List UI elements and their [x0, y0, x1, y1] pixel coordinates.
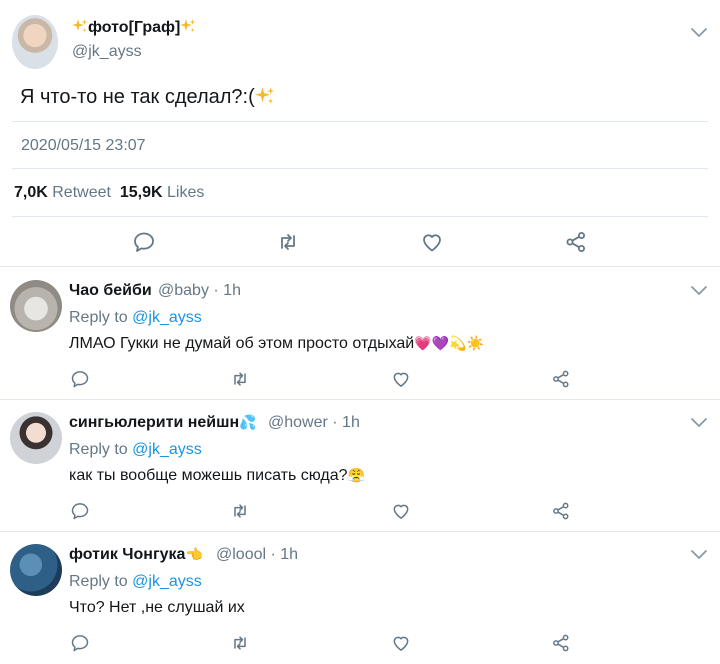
display-name-text: фотик Чонгука — [69, 546, 186, 563]
handle-text: @hower — [268, 414, 328, 431]
tweet-text-content: Я что-то не так сделал?:( — [20, 86, 255, 108]
retweet-icon[interactable] — [230, 369, 250, 389]
avatar[interactable] — [10, 280, 62, 332]
emoji-group: 💗💜💫☀️ — [414, 335, 484, 351]
retweet-count[interactable]: 7,0K — [14, 184, 48, 201]
display-name[interactable]: фотик Чонгука👈 — [69, 546, 203, 564]
replying-prefix: Reply to — [69, 441, 128, 458]
reply-icon[interactable] — [70, 369, 90, 389]
retweet-icon[interactable] — [230, 501, 250, 521]
replying-to: Reply to @jk_ayss — [69, 441, 202, 459]
hand-icon: 👈 — [185, 546, 203, 562]
handle-text: @baby — [158, 282, 209, 299]
retweet-label[interactable]: Retweet — [52, 184, 111, 201]
droplets-icon: 💦 — [239, 414, 257, 430]
reply-text: как ты вообще можешь писать сюда?😤 — [69, 467, 365, 485]
sparkle-icon — [255, 86, 275, 106]
display-name[interactable]: фото[Граф] — [72, 18, 196, 37]
chevron-down-icon[interactable] — [686, 544, 712, 564]
like-icon[interactable] — [391, 633, 411, 653]
chevron-down-icon[interactable] — [686, 22, 712, 42]
reply-text: ЛМАО Гукки не думай об этом просто отдых… — [69, 335, 484, 353]
emoji-group: 😤 — [347, 467, 365, 483]
like-label[interactable]: Likes — [167, 184, 204, 201]
share-icon[interactable] — [551, 501, 571, 521]
reply-icon[interactable] — [70, 633, 90, 653]
display-name-text: сингьюлерити нейшн — [69, 414, 240, 431]
reply-text-content: как ты вообще можешь писать сюда? — [69, 467, 348, 484]
chevron-down-icon[interactable] — [686, 280, 712, 300]
reply-text: Что? Нет ,не слушай их — [69, 599, 245, 617]
replying-prefix: Reply to — [69, 573, 128, 590]
sparkle-icon — [72, 18, 88, 34]
retweet-icon[interactable] — [276, 230, 300, 254]
divider — [12, 216, 708, 217]
reply-time: · 1h — [270, 546, 299, 563]
replying-mention[interactable]: @jk_ayss — [132, 441, 202, 458]
like-count[interactable]: 15,9K — [120, 184, 163, 201]
user-handle[interactable]: @hower · 1h — [268, 414, 360, 432]
like-icon[interactable] — [420, 230, 444, 254]
tweet-stats: 7,0K Retweet 15,9K Likes — [14, 184, 204, 202]
avatar[interactable] — [12, 15, 58, 69]
share-icon[interactable] — [551, 633, 571, 653]
chevron-down-icon[interactable] — [686, 412, 712, 432]
share-icon[interactable] — [564, 230, 588, 254]
share-icon[interactable] — [551, 369, 571, 389]
divider — [12, 168, 708, 169]
reply-icon[interactable] — [70, 501, 90, 521]
reply-tweet: сингьюлерити нейшн💦 @hower · 1h Reply to… — [0, 400, 720, 532]
sparkle-icon — [180, 18, 196, 34]
reply-tweet: Чао бейби @baby · 1h Reply to @jk_ayss Л… — [0, 268, 720, 400]
divider — [12, 121, 708, 122]
display-name[interactable]: сингьюлерити нейшн💦 — [69, 414, 257, 432]
replying-mention[interactable]: @jk_ayss — [132, 573, 202, 590]
reply-time: · 1h — [332, 414, 360, 431]
tweet-text: Я что-то не так сделал?:( — [20, 86, 275, 109]
avatar[interactable] — [10, 412, 62, 464]
reply-icon[interactable] — [132, 230, 156, 254]
avatar[interactable] — [10, 544, 62, 596]
like-icon[interactable] — [391, 501, 411, 521]
replying-to: Reply to @jk_ayss — [69, 309, 202, 327]
replying-mention[interactable]: @jk_ayss — [132, 309, 202, 326]
main-tweet: фото[Граф] @jk_ayss Я что-то не так сдел… — [0, 0, 720, 267]
replying-prefix: Reply to — [69, 309, 128, 326]
like-icon[interactable] — [391, 369, 411, 389]
user-handle[interactable]: @baby · 1h — [158, 282, 241, 300]
retweet-icon[interactable] — [230, 633, 250, 653]
display-name-text: фото[Граф] — [88, 19, 181, 36]
tweet-timestamp: 2020/05/15 23:07 — [21, 137, 146, 154]
display-name[interactable]: Чао бейби — [69, 282, 152, 300]
replying-to: Reply to @jk_ayss — [69, 573, 202, 591]
reply-text-content: ЛМАО Гукки не думай об этом просто отдых… — [69, 335, 415, 352]
handle-text: @loool — [216, 546, 267, 563]
reply-text-content: Что? Нет ,не слушай их — [69, 599, 245, 616]
user-handle[interactable]: @jk_ayss — [72, 43, 142, 61]
user-handle[interactable]: @loool · 1h — [216, 546, 298, 564]
reply-tweet: фотик Чонгука👈 @loool · 1h Reply to @jk_… — [0, 532, 720, 664]
reply-time: · 1h — [213, 282, 241, 299]
